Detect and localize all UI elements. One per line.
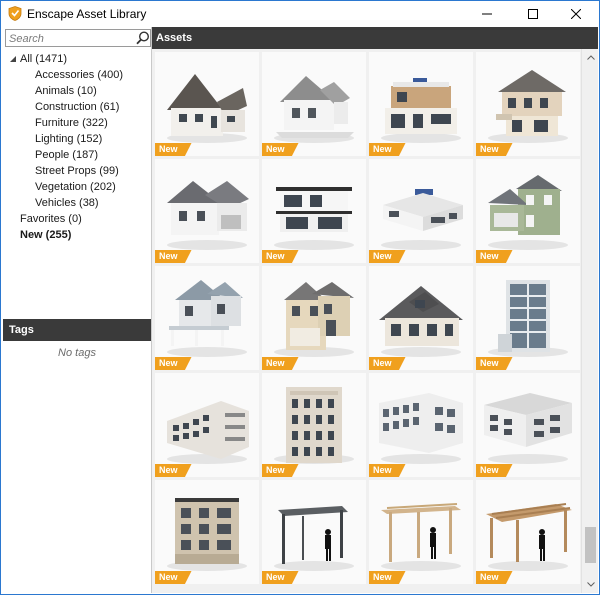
asset-tile[interactable]: New [262,373,366,477]
asset-tile[interactable]: New [369,266,473,370]
vertical-scrollbar[interactable] [581,49,598,593]
tags-header: Tags [3,319,151,341]
asset-thumbnail-flat-modern [274,187,354,250]
asset-tile[interactable]: New [369,52,473,156]
asset-thumbnail-pergola-dark [274,506,354,571]
asset-thumbnail-flat-bungalow [381,189,463,250]
asset-tile[interactable]: New [155,480,259,584]
tree-item-accessories[interactable]: Accessories (400) [35,67,123,83]
asset-thumbnail-modern-villa [381,78,461,143]
asset-grid: New New New New New New New New New New New New New N… [152,49,598,593]
maximize-icon [528,8,538,19]
asset-tile[interactable]: New [476,373,580,477]
scroll-up-button[interactable] [582,49,599,66]
tree-item-people[interactable]: People (187) [35,147,98,163]
asset-tile[interactable]: New [476,159,580,263]
search-box [5,29,151,47]
asset-tile[interactable]: New [476,480,580,584]
category-panel: All (1471) Accessories (400) Animals (10… [3,27,152,593]
minimize-button[interactable] [464,1,510,26]
asset-tile[interactable]: New [262,266,366,370]
no-tags-text: No tags [58,347,96,359]
asset-thumbnail-house-white [274,76,354,143]
asset-tile[interactable]: New [155,52,259,156]
close-button[interactable] [553,1,599,26]
asset-tile[interactable]: New [155,266,259,370]
asset-thumbnail-tower-glass [488,280,568,357]
asset-thumbnail-apartment-corner [274,387,354,464]
asset-thumbnail-apartment-small [167,498,247,571]
maximize-button[interactable] [510,1,556,26]
search-icon[interactable] [136,31,150,45]
close-icon [571,8,581,19]
asset-library-window: Enscape Asset Library All (1471) Accesso… [0,0,600,595]
tree-item-vegetation[interactable]: Vegetation (202) [35,179,116,195]
asset-tile[interactable]: New [369,373,473,477]
tree-item-animals[interactable]: Animals (10) [35,83,97,99]
asset-tile[interactable]: New [476,266,580,370]
asset-thumbnail-house-beige [274,282,354,357]
tree-item-favorites[interactable]: Favorites (0) [20,211,82,227]
asset-tile[interactable]: New [262,480,366,584]
assets-header: Assets [152,27,598,49]
asset-thumbnail-pergola-wood [381,503,461,571]
tree-item-vehicles[interactable]: Vehicles (38) [35,195,99,211]
tree-item-label: All (1471) [20,53,68,65]
chevron-up-icon [586,55,595,60]
tree-item-construction[interactable]: Construction (61) [35,99,119,115]
tree-item-new[interactable]: New (255) [20,227,71,243]
asset-tile[interactable]: New [262,52,366,156]
asset-tile[interactable]: New [155,373,259,477]
expand-triangle-icon[interactable] [9,55,17,63]
chevron-down-icon [586,582,595,587]
tree-item-lighting[interactable]: Lighting (152) [35,131,102,147]
asset-thumbnail-house-gable [167,74,247,143]
asset-thumbnail-house-dormer [379,286,463,357]
asset-tile[interactable]: New [476,52,580,156]
scroll-down-button[interactable] [582,576,599,593]
asset-thumbnail-pergola-wood-large [486,503,572,571]
minimize-icon [482,13,492,14]
asset-thumbnail-house-two-story [488,70,568,143]
scroll-thumb[interactable] [585,527,596,563]
asset-thumbnail-house-gable-wide [167,181,249,250]
title-bar: Enscape Asset Library [1,1,599,26]
tree-item-all[interactable]: All (1471) [3,51,151,67]
tree-item-furniture[interactable]: Furniture (322) [35,115,108,131]
asset-thumbnail-office-block [379,393,463,464]
enscape-shield-icon [8,6,22,21]
window-title: Enscape Asset Library [27,7,147,21]
asset-thumbnail-house-porch [167,280,247,357]
asset-tile[interactable]: New [369,159,473,263]
search-input[interactable] [9,31,131,46]
asset-thumbnail-warehouse [484,393,572,464]
asset-thumbnail-apartment-balconies [167,401,249,464]
asset-tile[interactable]: New [155,159,259,263]
asset-thumbnail-house-green [488,175,568,250]
tree-item-street-props[interactable]: Street Props (99) [35,163,119,179]
asset-tile[interactable]: New [369,480,473,584]
asset-tile[interactable]: New [262,159,366,263]
